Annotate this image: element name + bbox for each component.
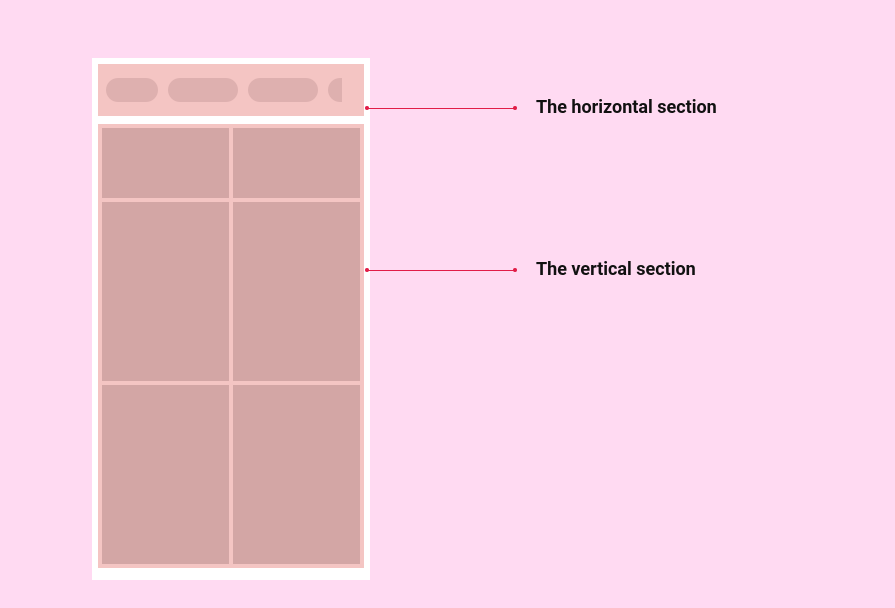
callout-label-vertical: The vertical section	[536, 259, 696, 280]
callout-line-icon	[367, 270, 515, 271]
content-cell	[233, 128, 360, 198]
nav-pill	[106, 78, 158, 102]
callout-dot-icon	[513, 268, 517, 272]
horizontal-section	[98, 64, 364, 116]
vertical-section	[98, 124, 364, 568]
callout-dot-icon	[513, 106, 517, 110]
callout-line-icon	[367, 108, 515, 109]
nav-pill-partial	[328, 78, 342, 102]
content-cell	[102, 385, 229, 564]
content-cell	[233, 385, 360, 564]
nav-pill	[248, 78, 318, 102]
callout-label-horizontal: The horizontal section	[536, 97, 717, 118]
content-cell	[233, 202, 360, 381]
device-frame	[92, 58, 370, 580]
content-cell	[102, 202, 229, 381]
nav-pill	[168, 78, 238, 102]
content-cell	[102, 128, 229, 198]
